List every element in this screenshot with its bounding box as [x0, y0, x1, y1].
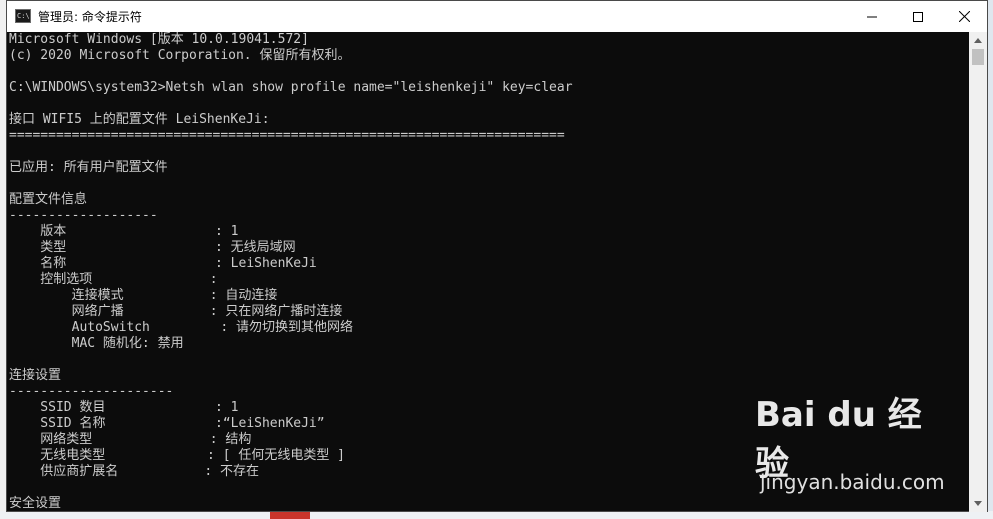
desktop-background-right: [988, 0, 993, 519]
console-line: 类型 : 无线局域网: [9, 240, 296, 255]
console-line: SSID 名称 :“LeiShenKeJi”: [9, 416, 325, 431]
console-line: (c) 2020 Microsoft Corporation. 保留所有权利。: [9, 48, 351, 63]
console-line: 连接模式 : 自动连接: [9, 288, 278, 303]
console-line: ---------------------: [9, 384, 174, 399]
scroll-up-button[interactable]: [969, 32, 987, 49]
cmd-window: C:\ 管理员: 命令提示符 Microsoft Windows [版本 10.…: [6, 0, 988, 512]
console-line: 无线电类型 : [ 任何无线电类型 ]: [9, 448, 346, 463]
console-output[interactable]: Microsoft Windows [版本 10.0.19041.572] (c…: [7, 32, 969, 512]
console-line: 供应商扩展名 : 不存在: [9, 464, 260, 479]
desktop-background-bottom: [0, 511, 993, 519]
close-icon: [958, 11, 970, 22]
console-line: SSID 数目 : 1: [9, 400, 239, 415]
cmd-app-icon[interactable]: C:\: [15, 9, 31, 23]
console-line: 名称 : LeiShenKeJi: [9, 256, 317, 271]
desktop-background-fragment: [270, 512, 310, 519]
console-line: 已应用: 所有用户配置文件: [9, 160, 168, 175]
console-line: 安全设置: [9, 496, 62, 511]
scroll-down-icon: [974, 501, 982, 506]
console-line: 控制选项 :: [9, 272, 218, 287]
title-bar[interactable]: C:\ 管理员: 命令提示符: [7, 1, 987, 32]
console-line: -------------------: [9, 208, 158, 223]
close-button[interactable]: [941, 1, 987, 32]
console-line: Microsoft Windows [版本 10.0.19041.572]: [9, 32, 309, 47]
vertical-scrollbar[interactable]: [969, 32, 987, 512]
window-title: 管理员: 命令提示符: [38, 10, 142, 24]
console-line: 网络广播 : 只在网络广播时连接: [9, 304, 343, 319]
console-line: 配置文件信息: [9, 192, 88, 207]
scrollbar-thumb[interactable]: [972, 49, 984, 65]
maximize-icon: [913, 11, 923, 22]
scroll-up-icon: [974, 38, 982, 43]
minimize-icon: [867, 16, 877, 17]
maximize-button[interactable]: [895, 1, 941, 32]
minimize-button[interactable]: [849, 1, 895, 32]
console-line: ========================================…: [9, 128, 565, 143]
console-line: 网络类型 : 结构: [9, 432, 252, 447]
console-line: 版本 : 1: [9, 224, 239, 239]
console-line: 连接设置: [9, 368, 62, 383]
console-line: 接口 WIFI5 上的配置文件 LeiShenKeJi:: [9, 112, 270, 127]
scroll-down-button[interactable]: [969, 495, 987, 512]
console-line: AutoSwitch : 请勿切换到其他网络: [9, 320, 353, 335]
console-line: MAC 随机化: 禁用: [9, 336, 184, 351]
console-line: C:\WINDOWS\system32>Netsh wlan show prof…: [9, 80, 573, 95]
